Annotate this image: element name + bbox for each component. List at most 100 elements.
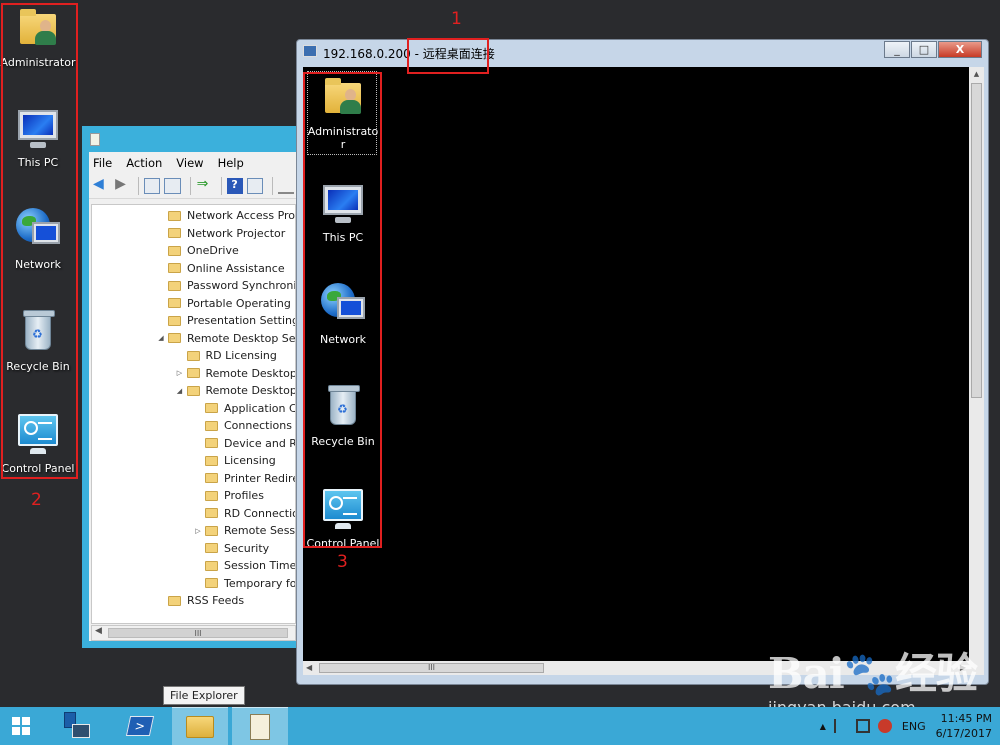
tree-node[interactable]: Security [193,540,269,558]
tree-node[interactable]: ◢ Remote Desktop Serv [156,330,295,348]
filter-icon[interactable] [277,178,294,194]
tree-node-label: Profiles [224,489,264,503]
taskbar-server-manager[interactable] [50,707,106,745]
properties-icon[interactable] [246,178,263,194]
tree-node[interactable]: Connections [193,417,292,435]
tree-node[interactable]: Printer Redire [193,470,296,488]
tree-node-label: Application C [224,401,296,415]
folder-icon [205,490,218,501]
scroll-left-icon[interactable]: ◀ [306,661,312,675]
help-icon[interactable]: ? [226,178,243,194]
tree-node[interactable]: Profiles [193,487,264,505]
taskbar-powershell[interactable]: > [112,707,168,745]
tree-node[interactable]: RD Connectio [193,505,295,523]
toolbar-separator [189,177,191,195]
maximize-button[interactable]: □ [911,41,937,58]
tree-node[interactable]: Network Projector [156,225,285,243]
tree-node-label: Password Synchroniz [187,279,296,293]
flag-icon[interactable] [833,719,848,733]
group-policy-window[interactable]: File Action View Help ? Network Access P… [82,126,298,648]
up-folder-icon[interactable] [144,178,161,194]
expand-toggle-icon[interactable]: ◢ [175,387,185,395]
tree-node[interactable]: RD Licensing [175,347,277,365]
tree-node-label: Connections [224,419,292,433]
tree-node-label: RD Licensing [205,349,277,363]
tree-node[interactable]: Presentation Setting [156,312,296,330]
title-bar[interactable]: 192.168.0.200 - 远程桌面连接 _ □ X [297,40,988,65]
menu-file[interactable]: File [93,156,112,170]
tree-node[interactable]: ▷ Remote Sessi [193,522,296,540]
show-hide-tree-icon[interactable] [164,178,181,194]
annotation-number-1: 1 [451,9,462,29]
annotation-box-2 [1,3,78,479]
scroll-thumb[interactable]: III [319,663,544,673]
tree-node[interactable]: Application C [193,400,296,418]
group-policy-client: File Action View Help ? Network Access P… [89,152,298,641]
window-controls: _ □ X [883,41,982,58]
folder-icon [168,228,181,239]
tree-node[interactable]: Online Assistance [156,260,285,278]
tree-node-label: Licensing [224,454,276,468]
policy-tree[interactable]: Network Access Prot Network Projector OneD… [91,204,296,624]
powershell-icon: > [125,716,155,736]
start-button[interactable] [0,707,44,745]
windows-logo-icon [12,717,30,735]
tree-node[interactable]: ▷ Remote Desktop [175,365,295,383]
tree-node[interactable]: Device and R [193,435,296,453]
menu-help[interactable]: Help [218,156,244,170]
network-status-icon[interactable] [855,719,870,733]
taskbar-group-policy[interactable] [232,707,288,745]
minimize-button[interactable]: _ [884,41,910,58]
language-indicator[interactable]: ENG [902,720,926,733]
tree-node-label: Remote Desktop [205,384,296,398]
app-icon [90,133,100,146]
folder-icon [168,315,181,326]
desktop: Administrator This PC Network Recycle Bi… [0,0,1000,717]
tree-node[interactable]: OneDrive [156,242,239,260]
taskbar-file-explorer[interactable] [172,707,228,745]
tree-node[interactable]: Session Time [193,557,296,575]
tree-node-label: RSS Feeds [187,594,245,608]
export-list-icon[interactable] [196,176,212,194]
close-button[interactable]: X [938,41,982,58]
remote-desktop-icon [303,45,317,57]
tree-node[interactable]: Network Access Prot [156,207,295,225]
menu-view[interactable]: View [176,156,203,170]
tree-node[interactable]: Licensing [193,452,276,470]
baidu-watermark: Bai🐾经验 jingyan.baidu.com [768,640,978,717]
remote-screen[interactable]: Administrato r This PC Network Recycle B [303,67,969,674]
tree-node[interactable]: Temporary fo [193,575,295,593]
tree-node-label: Security [224,541,270,555]
scroll-thumb[interactable] [971,83,982,398]
tree-node[interactable]: Portable Operating S [156,295,295,313]
scroll-thumb[interactable]: III [108,628,288,638]
taskbar: > ▲ ENG 11:45 PM 6/17/2017 [0,707,1000,745]
scroll-left-icon[interactable]: ◀ [95,626,102,636]
folder-icon [186,716,214,738]
folder-icon [168,333,181,344]
clock[interactable]: 11:45 PM 6/17/2017 [936,711,992,741]
folder-icon [186,368,200,379]
vertical-scrollbar[interactable]: ▲ ▼ [969,67,984,674]
tree-node-label: Device and R [224,436,296,450]
expand-toggle-icon[interactable]: ▷ [175,369,185,377]
back-arrow-icon[interactable] [93,176,109,194]
tree-node[interactable]: RSS Feeds [156,592,244,610]
tree-node-label: Presentation Setting [187,314,296,328]
tree-node-label: Printer Redire [224,471,296,485]
show-hidden-icons-icon[interactable]: ▲ [820,722,826,731]
expand-toggle-icon[interactable]: ▷ [193,527,203,535]
remote-desktop-window[interactable]: 192.168.0.200 - 远程桌面连接 _ □ X Administrat… [296,39,989,685]
server-manager-icon [64,712,90,740]
tree-node-label: Remote Sessi [224,524,296,538]
tree-node[interactable]: ◢ Remote Desktop [175,382,296,400]
scroll-up-icon[interactable]: ▲ [969,67,984,81]
tree-horizontal-scrollbar[interactable]: ◀ III [91,625,296,641]
volume-muted-icon[interactable] [877,719,892,733]
forward-arrow-icon[interactable] [113,176,129,194]
tree-node-label: Session Time [224,559,296,573]
tree-node[interactable]: Password Synchroniz [156,277,296,295]
expand-toggle-icon[interactable]: ◢ [156,334,166,342]
menu-action[interactable]: Action [126,156,162,170]
policy-document-icon [250,714,270,740]
